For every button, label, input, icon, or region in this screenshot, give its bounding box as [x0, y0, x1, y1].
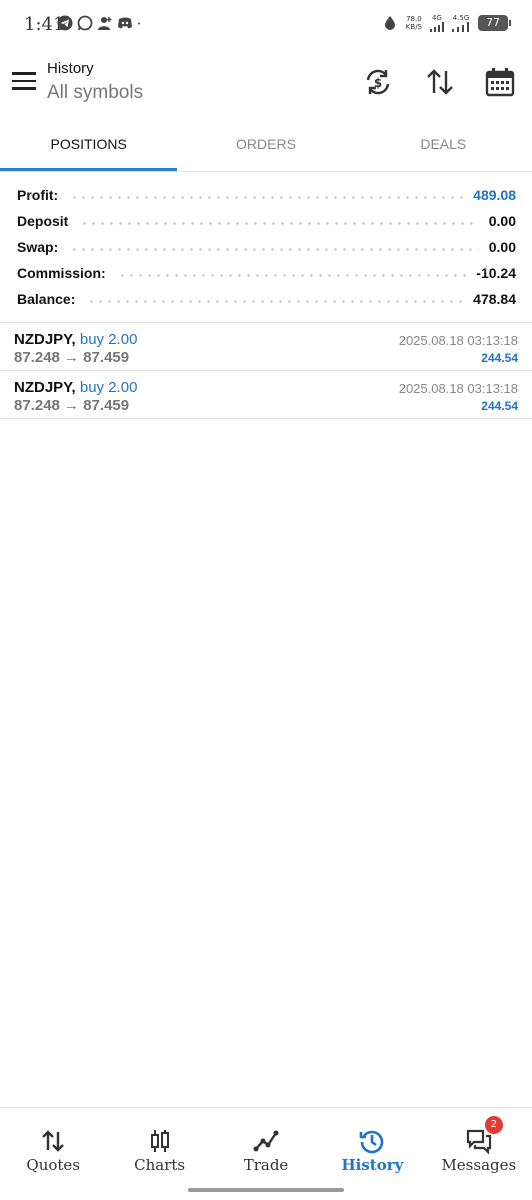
- deal-prices: 87.248 → 87.459: [14, 349, 130, 366]
- summary-row-commission: Commission: -10.24: [0, 260, 532, 286]
- app-header: History All symbols $: [0, 52, 532, 114]
- whatsapp-icon: [77, 15, 93, 31]
- history-icon: [360, 1130, 384, 1154]
- summary-value: 489.08: [473, 187, 516, 203]
- summary-row-deposit: Deposit 0.00: [0, 208, 532, 234]
- dot-icon: [138, 22, 140, 25]
- network-speed-value: 78.0: [406, 15, 422, 23]
- data-saver-icon: [384, 16, 395, 30]
- nav-quotes[interactable]: Quotes: [0, 1108, 106, 1200]
- summary-label: Profit:: [17, 187, 59, 203]
- symbol-filter[interactable]: All symbols: [47, 82, 143, 104]
- tab-deals[interactable]: DEALS: [355, 118, 532, 171]
- trade-icon: [253, 1130, 279, 1152]
- summary-label: Swap:: [17, 239, 59, 255]
- list-item[interactable]: NZDJPY, buy 2.00 87.248 → 87.459 2025.08…: [0, 323, 532, 371]
- calendar-icon[interactable]: [484, 66, 516, 98]
- nav-label: Quotes: [26, 1156, 80, 1174]
- deal-type: buy 2.00: [79, 331, 138, 348]
- tab-positions[interactable]: POSITIONS: [0, 118, 178, 171]
- deal-symbol: NZDJPY,: [14, 331, 76, 348]
- nav-history[interactable]: History: [319, 1108, 425, 1200]
- summary-row-swap: Swap: 0.00: [0, 234, 532, 260]
- signal-2-label: 4.5G: [452, 14, 470, 22]
- summary-panel: Profit: 489.08 Deposit 0.00 Swap: 0.00 C…: [0, 182, 532, 312]
- summary-label: Deposit: [17, 213, 69, 229]
- history-tabs: POSITIONS ORDERS DEALS: [0, 118, 532, 172]
- home-indicator[interactable]: [188, 1188, 344, 1192]
- nav-trade[interactable]: Trade: [213, 1108, 319, 1200]
- signal-1-label: 4G: [432, 14, 442, 22]
- summary-value: 0.00: [488, 239, 516, 255]
- summary-row-balance: Balance: 478.84: [0, 286, 532, 312]
- nav-messages[interactable]: 2 Messages: [426, 1108, 532, 1200]
- summary-label: Balance:: [17, 291, 76, 307]
- nav-charts[interactable]: Charts: [106, 1108, 212, 1200]
- deal-type: buy 2.00: [79, 379, 138, 396]
- signal-2: 4.5G: [452, 14, 470, 32]
- telegram-icon: [57, 15, 73, 31]
- summary-value: -10.24: [476, 265, 516, 281]
- deal-prices: 87.248 → 87.459: [14, 397, 130, 414]
- dotted-leader: [117, 273, 467, 277]
- signal-bars-icon: [430, 22, 444, 32]
- status-bar: 1:41 78.0 KB/S 4G 4.5G 77: [0, 0, 532, 50]
- deal-time: 2025.08.18 03:13:18: [398, 381, 518, 396]
- bottom-navigation: Quotes Charts Trade History 2 Messages: [0, 1107, 532, 1200]
- dotted-leader: [80, 221, 479, 225]
- notification-icons: [57, 15, 145, 31]
- page-title: History: [47, 60, 94, 77]
- quotes-icon: [42, 1130, 65, 1152]
- sort-icon[interactable]: [424, 66, 456, 98]
- signal-bars-icon: [452, 22, 469, 32]
- deal-time: 2025.08.18 03:13:18: [398, 333, 518, 348]
- currency-exchange-icon[interactable]: $: [362, 66, 394, 98]
- network-speed: 78.0 KB/S: [406, 15, 422, 31]
- summary-label: Commission:: [17, 265, 106, 281]
- deal-profit: 244.54: [481, 351, 518, 365]
- unread-badge: 2: [484, 1116, 503, 1134]
- summary-value: 0.00: [488, 213, 516, 229]
- positions-list: NZDJPY, buy 2.00 87.248 → 87.459 2025.08…: [0, 322, 532, 419]
- deal-symbol-line: NZDJPY, buy 2.00: [14, 331, 137, 348]
- nav-label: History: [341, 1156, 404, 1174]
- dotted-leader: [70, 247, 479, 251]
- menu-icon[interactable]: [12, 72, 36, 92]
- deal-profit: 244.54: [481, 399, 518, 413]
- nav-label: Charts: [134, 1156, 186, 1174]
- nav-label: Messages: [441, 1156, 517, 1174]
- list-item[interactable]: NZDJPY, buy 2.00 87.248 → 87.459 2025.08…: [0, 371, 532, 419]
- deal-symbol: NZDJPY,: [14, 379, 76, 396]
- status-right: 78.0 KB/S 4G 4.5G 77: [382, 14, 511, 32]
- nav-label: Trade: [243, 1156, 289, 1174]
- deal-symbol-line: NZDJPY, buy 2.00: [14, 379, 137, 396]
- dotted-leader: [70, 195, 464, 199]
- discord-icon: [118, 17, 132, 29]
- svg-text:$: $: [374, 76, 382, 90]
- charts-icon: [150, 1130, 169, 1152]
- add-contact-icon: [98, 17, 112, 30]
- summary-row-profit: Profit: 489.08: [0, 182, 532, 208]
- tab-orders[interactable]: ORDERS: [177, 118, 354, 171]
- network-speed-unit: KB/S: [405, 23, 422, 31]
- battery-indicator: 77: [478, 15, 511, 31]
- signal-1: 4G: [430, 14, 444, 32]
- dotted-leader: [87, 299, 464, 303]
- summary-value: 478.84: [473, 291, 516, 307]
